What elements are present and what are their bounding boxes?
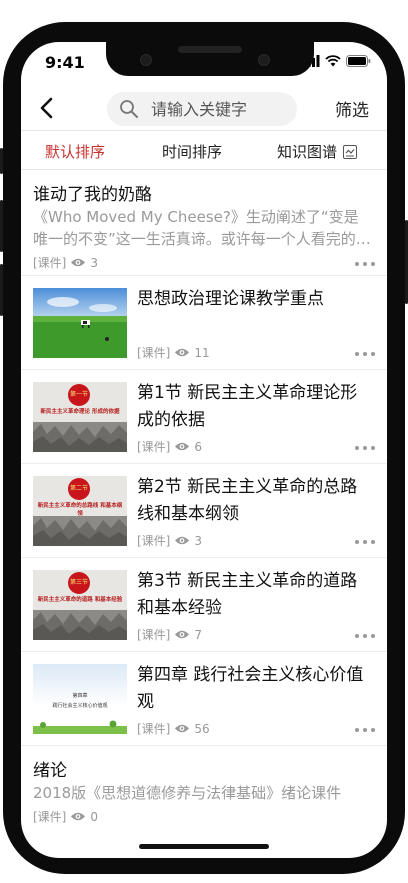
slide-badge: 第一节 <box>68 384 90 406</box>
wifi-icon <box>325 55 341 67</box>
item-thumbnail: 第二节 新民主主义革命的总路线 和基本纲领 <box>33 476 127 546</box>
list-item[interactable]: 第三节 新民主主义革命的道路 和基本经验 第3节 新民主主义革命的道路和基本经验… <box>21 558 387 652</box>
view-count: 0 <box>90 809 99 824</box>
slide-text: 践行社会主义核心价值观 <box>52 703 108 709</box>
slide-badge: 第三节 <box>68 572 90 594</box>
item-thumbnail: 第三节 新民主主义革命的道路 和基本经验 <box>33 570 127 640</box>
nav-bar: 筛选 <box>21 86 387 130</box>
search-input[interactable] <box>151 92 291 126</box>
back-arrow-icon[interactable] <box>33 94 61 122</box>
item-meta: [课件] 11 <box>137 344 210 361</box>
eye-icon <box>175 442 190 451</box>
item-title: 第四章 践行社会主义核心价值观 <box>137 665 364 712</box>
more-icon[interactable] <box>355 262 375 268</box>
eye-icon <box>175 536 190 545</box>
tab-default-sort[interactable]: 默认排序 <box>45 141 105 162</box>
status-time: 9:41 <box>45 53 85 72</box>
item-tag: [课件] <box>137 628 171 642</box>
view-count: 56 <box>194 721 210 736</box>
more-icon[interactable] <box>355 540 375 546</box>
home-indicator[interactable] <box>139 844 269 849</box>
slide-title: 第四章 <box>72 693 88 699</box>
sensor-dot <box>140 54 152 66</box>
more-icon[interactable] <box>355 446 375 452</box>
relief-sculpture-image <box>33 516 127 546</box>
item-title: 第3节 新民主主义革命的道路和基本经验 <box>137 571 358 618</box>
item-thumbnail: 第一节 新民主主义革命理论 形成的依据 <box>33 382 127 452</box>
item-meta: [课件] 7 <box>137 626 202 643</box>
sort-tabs: 默认排序 时间排序 知识图谱 <box>21 130 387 170</box>
item-thumbnail <box>33 288 127 358</box>
item-title: 思想政治理论课教学重点 <box>137 289 324 309</box>
item-meta: [课件] 56 <box>137 720 210 737</box>
list-item[interactable]: 第二节 新民主主义革命的总路线 和基本纲领 第2节 新民主主义革命的总路线和基本… <box>21 464 387 558</box>
item-tag: [课件] <box>137 346 171 360</box>
eye-icon <box>175 348 190 357</box>
eye-icon <box>71 812 86 821</box>
view-count: 6 <box>194 439 203 454</box>
item-description: 2018版《思想道德修养与法律基础》绪论课件 <box>33 784 342 802</box>
item-tag: [课件] <box>33 810 67 824</box>
slide-badge: 第二节 <box>68 478 90 500</box>
item-title: 绪论 <box>33 761 67 781</box>
filter-button[interactable]: 筛选 <box>335 96 369 121</box>
more-icon[interactable] <box>355 634 375 640</box>
more-icon[interactable] <box>355 352 375 358</box>
item-thumbnail: 第四章 践行社会主义核心价值观 <box>33 664 127 734</box>
view-count: 11 <box>194 345 210 360</box>
cow-field-image <box>33 288 127 358</box>
view-count: 3 <box>194 533 203 548</box>
list-item[interactable]: 谁动了我的奶酪 《Who Moved My Cheese?》生动阐述了“变是唯一… <box>21 170 387 276</box>
more-icon[interactable] <box>355 728 375 734</box>
phone-mockup: 9:41 请输入关键字 筛选 默认排序 时间排序 知识图谱 谁动了我的奶酪 《W… <box>0 0 408 883</box>
item-tag: [课件] <box>33 256 67 270</box>
item-meta: [课件] 3 <box>137 532 202 549</box>
battery-icon <box>346 55 371 67</box>
eye-icon <box>175 630 190 639</box>
search-icon <box>120 100 138 118</box>
tab-knowledge-graph-label: 知识图谱 <box>277 143 338 161</box>
slide-text: 新民主主义革命的道路 和基本经验 <box>37 597 123 603</box>
item-tag: [课件] <box>137 534 171 548</box>
tab-time-sort[interactable]: 时间排序 <box>162 141 222 162</box>
relief-sculpture-image <box>33 610 127 640</box>
item-meta: [课件] 0 <box>33 808 98 825</box>
item-meta: [课件] 3 <box>33 254 98 271</box>
list-item[interactable]: 思想政治理论课教学重点 [课件] 11 <box>21 276 387 370</box>
knowledge-graph-icon <box>343 144 358 159</box>
view-count: 7 <box>194 627 203 642</box>
search-box[interactable] <box>107 92 297 126</box>
item-description: 《Who Moved My Cheese?》生动阐述了“变是唯一的不变”这一生活… <box>33 208 371 248</box>
item-title: 第2节 新民主主义革命的总路线和基本纲领 <box>137 477 358 524</box>
app-screen: 9:41 请输入关键字 筛选 默认排序 时间排序 知识图谱 谁动了我的奶酪 《W… <box>21 42 387 858</box>
item-tag: [课件] <box>137 722 171 736</box>
eye-icon <box>175 724 190 733</box>
slide-text: 新民主主义革命理论 形成的依据 <box>40 409 120 415</box>
list-item[interactable]: 第四章 践行社会主义核心价值观 第四章 践行社会主义核心价值观 [课件] 56 <box>21 652 387 746</box>
item-tag: [课件] <box>137 440 171 454</box>
item-title: 谁动了我的奶酪 <box>33 185 152 205</box>
item-title: 第1节 新民主主义革命理论形成的依据 <box>137 383 358 430</box>
tab-knowledge-graph[interactable]: 知识图谱 <box>277 141 358 162</box>
grass-strip-image <box>33 720 127 734</box>
list-item[interactable]: 绪论 2018版《思想道德修养与法律基础》绪论课件 [课件] 0 <box>21 746 387 852</box>
list-item[interactable]: 第一节 新民主主义革命理论 形成的依据 第1节 新民主主义革命理论形成的依据 [… <box>21 370 387 464</box>
relief-sculpture-image <box>33 422 127 452</box>
eye-icon <box>71 258 86 267</box>
item-meta: [课件] 6 <box>137 438 202 455</box>
view-count: 3 <box>90 255 99 270</box>
speaker <box>178 46 242 53</box>
notch <box>106 42 314 76</box>
course-list: 谁动了我的奶酪 《Who Moved My Cheese?》生动阐述了“变是唯一… <box>21 170 387 852</box>
camera-dot <box>258 54 270 66</box>
